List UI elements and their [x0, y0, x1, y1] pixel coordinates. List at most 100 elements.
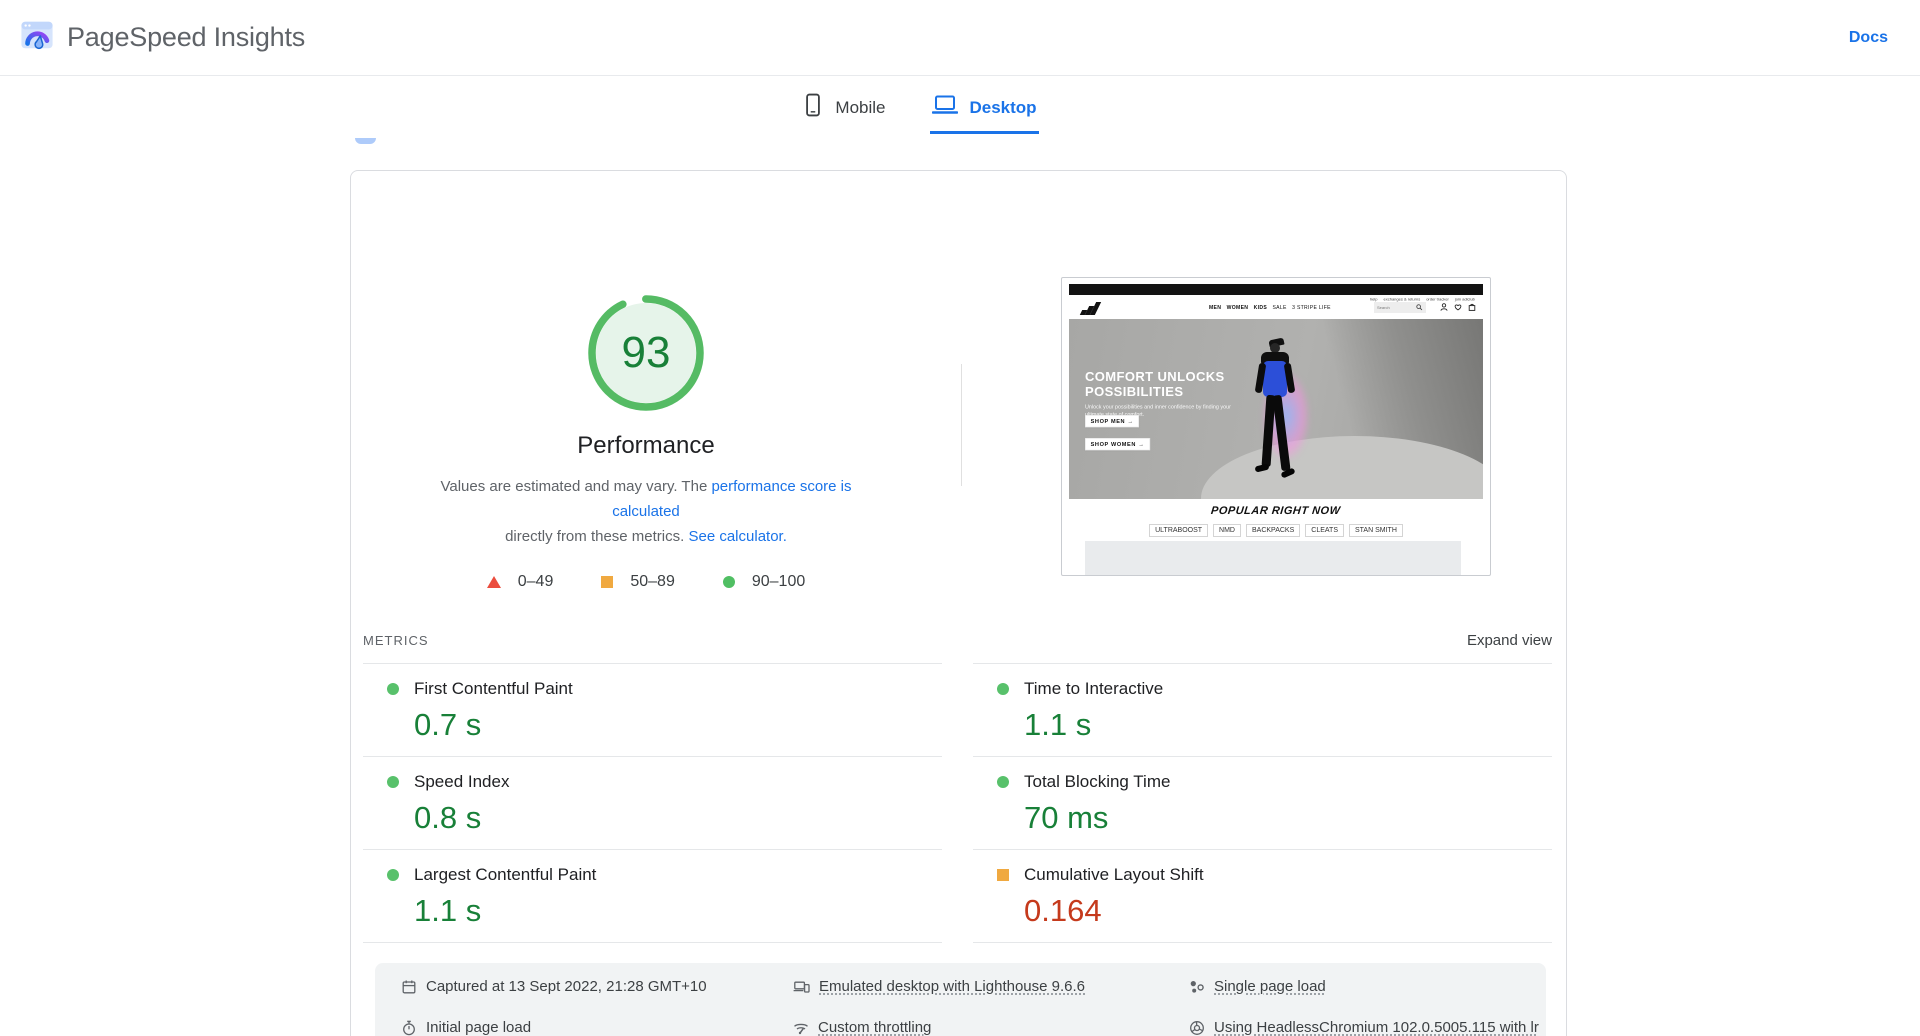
legend-item-fail: 0–49: [486, 573, 554, 591]
metric-name: Largest Contentful Paint: [414, 865, 597, 884]
legend-fail-range: 0–49: [517, 573, 554, 590]
metric-cumulative-layout-shift: Cumulative Layout Shift 0.164: [973, 850, 1552, 943]
tab-desktop[interactable]: Desktop: [929, 90, 1039, 134]
env-emulated-desktop[interactable]: Emulated desktop with Lighthouse 9.6.6: [793, 974, 1163, 999]
pass-circle-icon: [387, 776, 399, 788]
metric-value: 1.1 s: [414, 893, 482, 928]
hero-model-figure: [1249, 337, 1301, 497]
site-popular-section: POPULAR RIGHT NOW ULTRABOOST NMD BACKPAC…: [1069, 499, 1483, 575]
docs-link[interactable]: Docs: [1849, 29, 1888, 47]
popular-title: POPULAR RIGHT NOW: [1210, 505, 1342, 517]
average-square-icon: [997, 869, 1009, 881]
tab-mobile-label: Mobile: [835, 97, 886, 117]
metrics-grid: First Contentful Paint 0.7 s Time to Int…: [363, 663, 1552, 943]
env-single-page-load[interactable]: Single page load: [1189, 974, 1546, 999]
site-search-placeholder: Search: [1377, 305, 1390, 310]
site-bag-icon: [1468, 303, 1476, 311]
site-hero-banner: COMFORT UNLOCKS POSSIBILITIES Unlock you…: [1069, 319, 1483, 499]
site-menu-stripe-life: 3 STRIPE LIFE: [1292, 304, 1331, 310]
metric-value: 0.7 s: [414, 707, 482, 742]
env-text: Using HeadlessChromium 102.0.5005.115 wi…: [1214, 1019, 1539, 1036]
metric-name: Total Blocking Time: [1024, 772, 1171, 791]
metric-speed-index: Speed Index 0.8 s: [363, 757, 942, 850]
env-text: Initial page load: [426, 1019, 532, 1036]
metrics-header: METRICS Expand view: [363, 630, 1552, 650]
chromium-icon: [1190, 1020, 1204, 1035]
chip-nmd: NMD: [1213, 524, 1241, 537]
site-link-order-tracker: order tracker: [1426, 297, 1449, 302]
score-legend: 0–49 50–89 90–100: [396, 573, 896, 591]
metric-name: First Contentful Paint: [414, 679, 573, 698]
env-text: Emulated desktop with Lighthouse 9.6.6: [819, 978, 1086, 995]
env-text: Single page load: [1214, 978, 1326, 995]
env-text: Captured at 13 Sept 2022, 21:28 GMT+10: [426, 978, 707, 995]
shop-men-button: SHOP MEN →: [1085, 415, 1140, 428]
metric-time-to-interactive: Time to Interactive 1.1 s: [973, 664, 1552, 757]
average-square-icon: [601, 576, 614, 588]
env-custom-throttling[interactable]: Custom throttling: [793, 1015, 1163, 1036]
environment-column-2: Emulated desktop with Lighthouse 9.6.6 C…: [767, 974, 1163, 1036]
site-menu-kids: KIDS: [1253, 304, 1268, 310]
site-main-menu: MEN WOMEN KIDS SALE 3 STRIPE LIFE: [1209, 304, 1331, 310]
popular-tag-chips: ULTRABOOST NMD BACKPACKS CLEATS STAN SMI…: [1069, 524, 1483, 537]
metric-first-contentful-paint: First Contentful Paint 0.7 s: [363, 664, 942, 757]
adidas-logo: [1079, 302, 1103, 315]
site-menu-women: WOMEN: [1226, 304, 1249, 310]
performance-score-section: 93 Performance Values are estimated and …: [396, 171, 896, 591]
page-load-icon: [1190, 980, 1204, 993]
site-top-banner: [1069, 284, 1483, 295]
app-header: PageSpeed Insights Docs: [0, 0, 1920, 76]
legend-item-average: 50–89: [601, 573, 675, 591]
site-link-returns: exchanges & returns: [1383, 297, 1421, 302]
site-link-adiclub: join adiclub: [1454, 297, 1475, 302]
performance-title: Performance: [577, 432, 715, 459]
pass-circle-icon: [387, 869, 399, 881]
site-search-box: Search: [1374, 302, 1426, 313]
calendar-icon: [402, 980, 416, 993]
clipped-gauge-fragment: [355, 138, 376, 144]
pass-circle-icon: [997, 683, 1009, 695]
site-menu-men: MEN: [1209, 304, 1222, 310]
metric-largest-contentful-paint: Largest Contentful Paint 1.1 s: [363, 850, 942, 943]
pass-circle-icon: [387, 683, 399, 695]
metrics-section-label: METRICS: [363, 632, 429, 648]
network-throttle-icon: [794, 1023, 808, 1034]
metric-value: 0.164: [1024, 893, 1102, 928]
desktop-laptop-icon: [931, 93, 958, 122]
score-screenshot-divider: [961, 364, 962, 486]
chip-ultraboost: ULTRABOOST: [1149, 524, 1209, 537]
performance-score-value: 93: [621, 328, 671, 377]
device-tabs: Mobile Desktop: [0, 90, 1880, 134]
site-utility-links: help exchanges & returns order tracker j…: [1370, 297, 1475, 302]
metric-name: Cumulative Layout Shift: [1024, 865, 1204, 884]
hero-headline: COMFORT UNLOCKS POSSIBILITIES: [1085, 369, 1225, 399]
metric-value: 0.8 s: [414, 800, 482, 835]
score-description-text-1: Values are estimated and may vary. The: [440, 478, 712, 495]
tab-mobile[interactable]: Mobile: [801, 90, 887, 134]
env-chromium-version[interactable]: Using HeadlessChromium 102.0.5005.115 wi…: [1189, 1015, 1546, 1036]
env-captured-at: Captured at 13 Sept 2022, 21:28 GMT+10: [401, 974, 767, 999]
page-title: PageSpeed Insights: [67, 22, 306, 52]
pass-circle-icon: [997, 776, 1009, 788]
adidas-site-preview: help exchanges & returns order tracker j…: [1069, 284, 1483, 575]
pass-circle-icon: [722, 576, 735, 588]
stopwatch-icon: [403, 1020, 415, 1035]
env-initial-page-load: Initial page load: [401, 1015, 767, 1036]
chip-cleats: CLEATS: [1305, 524, 1344, 537]
report-card: 93 Performance Values are estimated and …: [350, 170, 1567, 1036]
expand-view-link[interactable]: Expand view: [1467, 632, 1552, 649]
mobile-phone-icon: [803, 92, 823, 123]
env-text: Custom throttling: [818, 1019, 932, 1036]
performance-gauge[interactable]: 93: [584, 291, 708, 415]
see-calculator-link[interactable]: See calculator.: [688, 528, 786, 545]
tab-desktop-label: Desktop: [969, 97, 1037, 117]
site-search-icon: [1416, 304, 1423, 311]
legend-pass-range: 90–100: [751, 573, 806, 590]
site-wishlist-heart-icon: [1454, 304, 1462, 311]
emulated-devices-icon: [793, 981, 810, 993]
site-menu-sale: SALE: [1272, 304, 1287, 310]
chip-backpacks: BACKPACKS: [1246, 524, 1301, 537]
score-description-text-2: directly from these metrics.: [505, 528, 689, 545]
environment-column-3: Single page load Using HeadlessChromium …: [1163, 974, 1546, 1036]
metric-value: 70 ms: [1024, 800, 1109, 835]
